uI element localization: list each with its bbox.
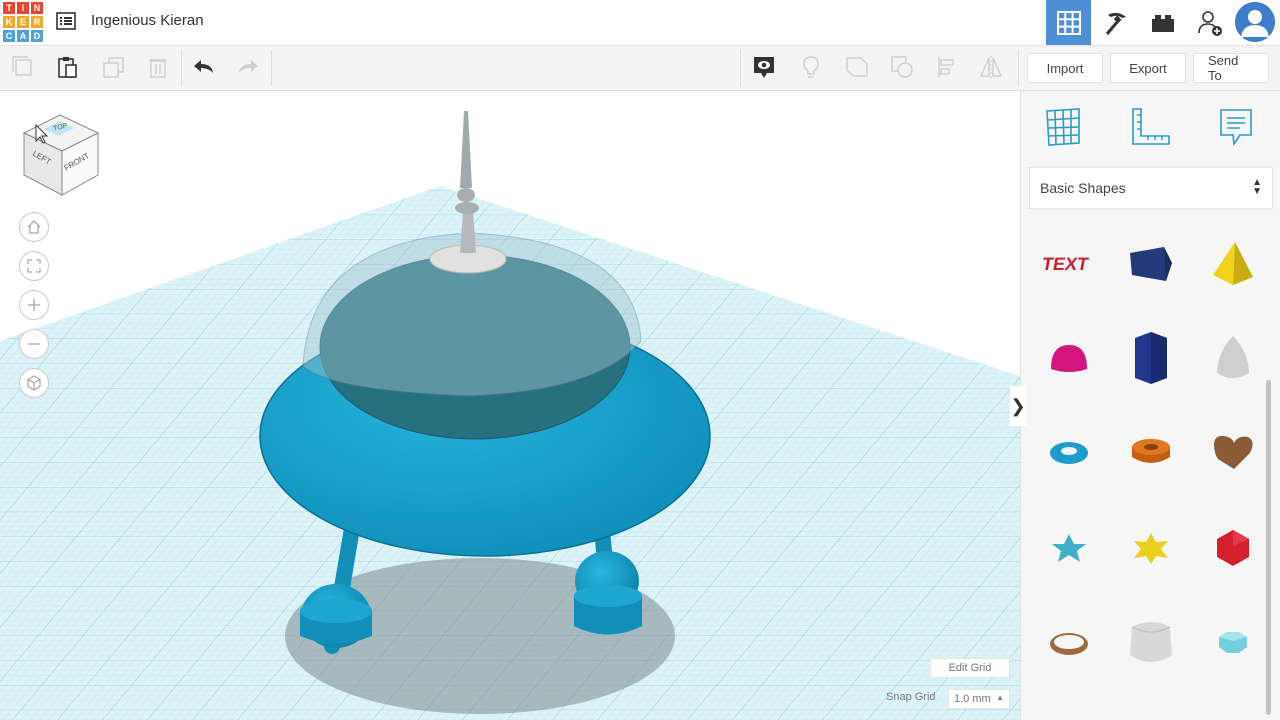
perspective-icon[interactable] [19,368,49,398]
shape-round-roof-icon[interactable] [1121,613,1181,673]
user-avatar[interactable] [1235,2,1275,42]
shape-heart-icon[interactable] [1203,423,1263,483]
workplane-canvas[interactable]: TOP LEFT FRONT Edit Grid Snap Grid 1.0 m… [0,91,1020,720]
import-button[interactable]: Import [1027,53,1103,83]
shape-star-icon[interactable] [1039,518,1099,578]
zoom-in-icon[interactable] [19,290,49,320]
scene-3d[interactable] [0,91,1020,720]
lightbulb-icon[interactable] [796,52,826,82]
home-view-icon[interactable] [19,212,49,242]
shapes-panel: Basic Shapes ▲ ▼ TEXT [1020,91,1280,720]
logo-letter: I [16,1,30,15]
lego-brick-icon[interactable] [1140,0,1185,45]
add-user-icon[interactable] [1187,0,1232,45]
shape-text-icon[interactable]: TEXT [1039,233,1099,293]
fit-view-icon[interactable] [19,251,49,281]
edit-grid-button[interactable]: Edit Grid [930,658,1010,678]
collapse-panel-chevron-icon[interactable]: ❯ [1010,386,1026,426]
workplane-icon[interactable] [1041,105,1085,149]
solid-hole-icon[interactable] [842,52,872,82]
shape-category-select[interactable]: Basic Shapes ▲ ▼ [1029,167,1273,209]
shape-half-sphere-icon[interactable] [1039,328,1099,388]
duplicate-icon[interactable] [98,52,128,82]
logo-letter: R [30,15,44,29]
redo-icon[interactable] [233,52,263,82]
notes-toggle-icon[interactable] [749,52,779,82]
group-icon[interactable] [887,52,917,82]
mirror-icon[interactable] [976,52,1006,82]
toolbar-separator [271,50,272,86]
caret-icon: ▲ [996,693,1004,702]
view-cube[interactable]: TOP LEFT FRONT [18,111,102,204]
snap-grid-select[interactable]: 1.0 mm ▲ [948,689,1010,709]
shape-pyramid-icon[interactable] [1203,233,1263,293]
snap-grid-value: 1.0 mm [954,693,991,705]
logo-letter: D [30,29,44,43]
top-header: TINKERCAD Ingenious Kieran [0,0,1280,46]
logo-letter: K [2,15,16,29]
shape-tube-icon[interactable] [1121,423,1181,483]
align-icon[interactable] [932,52,962,82]
logo-letter: T [2,1,16,15]
logo-letter: N [30,1,44,15]
panel-scrollbar[interactable] [1266,380,1271,715]
ruler-icon[interactable] [1128,105,1172,149]
notes-icon[interactable] [1214,105,1258,149]
design-menu-icon[interactable] [56,11,76,31]
tinkercad-logo[interactable]: TINKERCAD [2,1,44,43]
design-name[interactable]: Ingenious Kieran [91,12,204,29]
edit-toolbar: Import Export Send To [0,46,1280,91]
toolbar-separator [1018,50,1019,86]
shape-polygon-icon[interactable] [1121,328,1181,388]
paste-icon[interactable] [52,52,82,82]
snap-grid-label: Snap Grid [886,691,936,703]
shape-category-value: Basic Shapes [1040,180,1126,196]
shape-icosahedron-icon[interactable] [1203,518,1263,578]
svg-text:TEXT: TEXT [1043,254,1090,274]
3d-design-grid-icon[interactable] [1046,0,1091,45]
shape-paraboloid-icon[interactable] [1203,328,1263,388]
undo-icon[interactable] [189,52,219,82]
new-shape-copy-icon[interactable] [8,52,38,82]
toolbar-separator [740,50,741,86]
shape-box-icon[interactable] [1121,233,1181,293]
updown-caret-icon: ▲ ▼ [1252,177,1262,197]
logo-letter: C [2,29,16,43]
zoom-out-icon[interactable] [19,329,49,359]
antenna-spike[interactable] [460,111,472,188]
logo-letter: A [16,29,30,43]
shape-torus-icon[interactable] [1039,423,1099,483]
shape-diamond-icon[interactable] [1203,613,1263,673]
send-to-button[interactable]: Send To [1193,53,1269,83]
export-button[interactable]: Export [1110,53,1186,83]
shape-star-six-icon[interactable] [1121,518,1181,578]
toolbar-separator [181,50,182,86]
shape-ring-icon[interactable] [1039,613,1099,673]
delete-icon[interactable] [143,52,173,82]
pickaxe-icon[interactable] [1093,0,1138,45]
logo-letter: E [16,15,30,29]
